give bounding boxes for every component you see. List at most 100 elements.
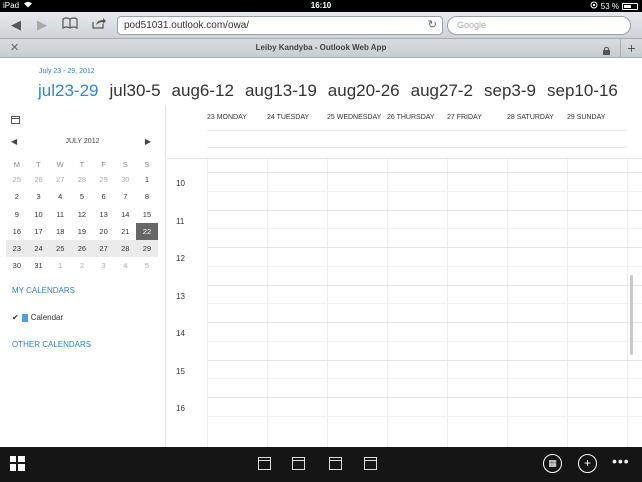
mini-calendar-day[interactable]: 27 bbox=[49, 171, 71, 188]
mini-calendar-day[interactable]: 10 bbox=[28, 206, 50, 223]
hour-label: 15 bbox=[176, 366, 185, 376]
time-grid[interactable]: 10 11 12 13 14 15 16 bbox=[167, 158, 642, 447]
mini-calendar-day[interactable]: 8 bbox=[136, 188, 158, 205]
day-view-icon[interactable] bbox=[258, 457, 271, 470]
mini-calendar-day[interactable]: 6 bbox=[93, 188, 115, 205]
apps-grid-icon[interactable] bbox=[10, 456, 25, 476]
forward-arrow-icon[interactable]: ▶ bbox=[33, 17, 51, 33]
other-calendars-heading[interactable]: OTHER CALENDARS bbox=[12, 340, 91, 349]
mini-calendar-day[interactable]: 31 bbox=[28, 257, 50, 274]
week-link[interactable]: aug20-26 bbox=[328, 81, 400, 101]
address-bar[interactable]: pod51031.outlook.com/owa/ ↻ bbox=[117, 16, 443, 35]
month-view-icon[interactable] bbox=[364, 457, 377, 470]
day-header[interactable]: 26 THURSDAY bbox=[387, 114, 447, 121]
hour-label: 14 bbox=[176, 329, 185, 338]
week-link[interactable]: aug13-19 bbox=[245, 81, 317, 101]
mini-calendar-day[interactable]: 30 bbox=[6, 257, 28, 274]
mini-calendar-day[interactable]: 13 bbox=[93, 206, 115, 223]
hour-label: 13 bbox=[176, 291, 185, 301]
mini-calendar-day[interactable]: 19 bbox=[71, 223, 93, 240]
mini-calendar-day[interactable]: 4 bbox=[49, 188, 71, 205]
day-header[interactable]: 28 SATURDAY bbox=[507, 114, 567, 121]
mini-calendar-day[interactable]: 5 bbox=[71, 188, 93, 205]
mini-calendar-day[interactable]: 3 bbox=[93, 257, 115, 274]
reload-icon[interactable]: ↻ bbox=[428, 17, 437, 34]
mini-calendar-day[interactable]: 25 bbox=[49, 240, 72, 258]
week-link[interactable]: aug27-2 bbox=[411, 81, 473, 101]
more-options-icon[interactable]: ••• bbox=[612, 453, 630, 469]
week-link[interactable]: jul23-29 bbox=[38, 81, 99, 101]
mini-calendar-day[interactable]: 20 bbox=[93, 223, 115, 240]
mini-calendar-day[interactable]: 18 bbox=[49, 223, 71, 240]
day-header[interactable]: 29 SUNDAY bbox=[567, 114, 627, 121]
my-calendars-heading[interactable]: MY CALENDARS bbox=[12, 286, 75, 295]
mini-calendar-day[interactable]: 29 bbox=[93, 171, 115, 188]
mini-calendar-day[interactable]: 26 bbox=[28, 171, 50, 188]
battery-percent: 53 % bbox=[600, 1, 619, 11]
calendar-item[interactable]: ✔ Calendar bbox=[12, 313, 63, 322]
mini-calendar-day[interactable]: 3 bbox=[28, 188, 50, 205]
scrollbar[interactable] bbox=[630, 275, 633, 355]
mini-calendar-day[interactable]: 9 bbox=[6, 206, 28, 223]
hour-label: 16 bbox=[176, 404, 185, 413]
hour-label: 11 bbox=[176, 216, 185, 226]
hour-line bbox=[207, 359, 642, 361]
mini-calendar-day[interactable]: 22 bbox=[136, 222, 158, 241]
calendar-icon[interactable] bbox=[11, 116, 20, 124]
tab-title[interactable]: Leiby Kandyba - Outlook Web App bbox=[0, 43, 642, 52]
today-calendar-icon[interactable]: ▦ bbox=[543, 454, 562, 473]
hour-line bbox=[207, 397, 642, 398]
new-tab-button[interactable]: + bbox=[620, 39, 642, 57]
mini-calendar-day[interactable]: 30 bbox=[114, 171, 136, 188]
mini-calendar-day[interactable]: 14 bbox=[114, 206, 136, 223]
mini-calendar-day[interactable]: 17 bbox=[28, 223, 50, 240]
week-link[interactable]: sep10-16 bbox=[547, 81, 618, 101]
hour-label: 10 bbox=[176, 179, 185, 188]
weekday-label: T bbox=[36, 160, 41, 169]
next-month-icon[interactable]: ▶ bbox=[145, 137, 151, 146]
mini-calendar-day[interactable]: 28 bbox=[71, 171, 93, 188]
mini-calendar-day[interactable]: 26 bbox=[71, 240, 93, 258]
share-icon[interactable] bbox=[90, 17, 108, 33]
back-arrow-icon[interactable]: ◀ bbox=[7, 17, 25, 33]
day-header[interactable]: 27 FRIDAY bbox=[447, 114, 507, 121]
mini-calendar-day[interactable]: 29 bbox=[136, 240, 158, 258]
all-day-row[interactable] bbox=[207, 130, 627, 148]
mini-calendar-day[interactable]: 21 bbox=[114, 223, 136, 240]
month-label: JULY 2012 bbox=[65, 138, 100, 145]
mini-calendar-day[interactable]: 27 bbox=[92, 240, 115, 258]
weekday-label: T bbox=[79, 160, 85, 169]
mini-calendar-day[interactable]: 2 bbox=[71, 257, 93, 274]
bookmarks-book-icon[interactable] bbox=[61, 17, 79, 33]
mini-calendar-day[interactable]: 7 bbox=[114, 188, 136, 205]
weekday-label: M bbox=[13, 160, 20, 169]
weekday-label: S bbox=[144, 160, 150, 169]
week-view-icon[interactable] bbox=[329, 457, 342, 470]
day-headers: 23 MONDAY 24 TUESDAY 25 WEDNESDAY 26 THURSD… bbox=[207, 114, 627, 121]
battery-icon bbox=[622, 2, 638, 10]
mini-calendar-day[interactable]: 11 bbox=[49, 206, 71, 223]
work-week-view-icon[interactable] bbox=[292, 457, 305, 470]
week-link[interactable]: jul30-5 bbox=[110, 81, 161, 101]
mini-calendar-day[interactable]: 16 bbox=[6, 223, 28, 240]
day-header[interactable]: 24 TUESDAY bbox=[267, 114, 327, 121]
mini-calendar-day[interactable]: 4 bbox=[114, 257, 136, 274]
week-link[interactable]: aug6-12 bbox=[172, 81, 234, 101]
new-event-plus-icon[interactable]: + bbox=[578, 454, 597, 473]
mini-calendar-day[interactable]: 1 bbox=[136, 171, 158, 188]
week-link[interactable]: sep3-9 bbox=[484, 81, 536, 101]
search-input[interactable]: Google bbox=[447, 16, 631, 35]
checkmark-icon: ✔ bbox=[12, 313, 19, 322]
mini-calendar-day[interactable]: 15 bbox=[136, 206, 158, 223]
mini-calendar-day[interactable]: 23 bbox=[6, 240, 28, 258]
mini-calendar-day[interactable]: 2 bbox=[6, 188, 28, 205]
day-header[interactable]: 23 MONDAY bbox=[207, 114, 267, 121]
mini-calendar-day[interactable]: 5 bbox=[136, 257, 158, 274]
mini-calendar-day[interactable]: 24 bbox=[27, 240, 50, 258]
prev-month-icon[interactable]: ◀ bbox=[11, 137, 17, 146]
mini-calendar-day[interactable]: 25 bbox=[6, 171, 28, 188]
day-header[interactable]: 25 WEDNESDAY bbox=[327, 114, 387, 121]
mini-calendar-day[interactable]: 1 bbox=[49, 257, 71, 274]
mini-calendar-day[interactable]: 12 bbox=[71, 206, 93, 223]
mini-calendar-day[interactable]: 28 bbox=[114, 240, 137, 258]
